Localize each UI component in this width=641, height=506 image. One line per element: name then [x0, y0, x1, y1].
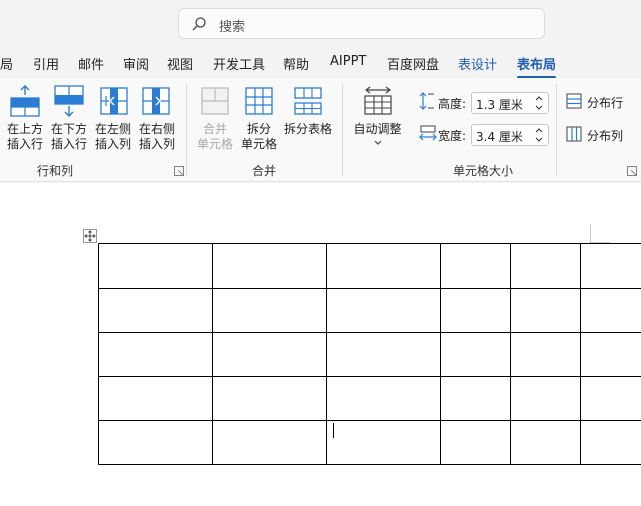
tab-mailings[interactable]: 邮件: [78, 54, 104, 73]
insert-column-left-icon: [100, 87, 128, 115]
height-label: 高度:: [438, 97, 467, 111]
split-cells-button[interactable]: 拆分 单元格: [240, 84, 278, 152]
merge-cells-icon: [201, 87, 229, 115]
insert-below-line1: 在下方: [50, 122, 87, 136]
merge-cells-line2: 单元格: [196, 137, 233, 151]
merge-cells-button[interactable]: 合并 单元格: [196, 84, 234, 152]
insert-below-button[interactable]: 在下方 插入行: [49, 84, 89, 152]
row-height-icon: [419, 92, 434, 110]
insert-right-line2: 插入列: [138, 137, 175, 151]
group-label-merge: 合并: [252, 164, 277, 178]
document-table[interactable]: [98, 243, 641, 465]
column-width-icon: [419, 125, 437, 141]
distribute-rows-label: 分布行: [587, 96, 624, 110]
distribute-rows-icon: [566, 93, 582, 109]
distribute-cols-label: 分布列: [587, 129, 624, 143]
tab-layout[interactable]: 局: [0, 54, 13, 73]
merge-cells-line1: 合并: [202, 122, 227, 136]
width-value: 3.4 厘米: [476, 130, 523, 144]
width-input[interactable]: 3.4 厘米: [471, 124, 549, 146]
search-icon: [192, 17, 206, 31]
tab-view[interactable]: 视图: [167, 54, 193, 73]
dialog-launcher-icon[interactable]: [174, 166, 184, 176]
tab-references[interactable]: 引用: [33, 54, 59, 73]
split-table-button[interactable]: 拆分表格: [283, 84, 333, 137]
split-table-icon: [294, 87, 322, 115]
group-separator: [186, 84, 187, 176]
insert-left-line1: 在左侧: [94, 122, 131, 136]
autofit-button[interactable]: 自动调整: [350, 84, 405, 150]
insert-column-right-icon: [142, 87, 170, 115]
insert-left-line2: 插入列: [94, 137, 131, 151]
group-separator: [556, 84, 557, 176]
insert-above-line1: 在上方: [6, 122, 43, 136]
autofit-icon: [363, 86, 392, 115]
width-label: 宽度:: [438, 129, 467, 143]
insert-row-below-icon: [54, 85, 84, 117]
margin-corner-mark: [590, 224, 610, 244]
chevron-down-icon: [374, 140, 381, 145]
split-cells-icon: [245, 87, 273, 115]
autofit-label: 自动调整: [353, 122, 402, 136]
insert-left-button[interactable]: 在左侧 插入列: [93, 84, 133, 152]
height-input[interactable]: 1.3 厘米: [471, 92, 549, 114]
split-table-label: 拆分表格: [283, 122, 332, 136]
insert-row-above-icon: [10, 85, 40, 117]
spinner-arrows-icon[interactable]: [534, 126, 544, 144]
insert-above-line2: 插入行: [6, 137, 43, 151]
ribbon-tabs: 局 引用 邮件 审阅 视图 开发工具 帮助 AIPPT 百度网盘 表设计 表布局: [0, 46, 641, 79]
tab-review[interactable]: 审阅: [123, 54, 149, 73]
insert-right-line1: 在右侧: [138, 122, 175, 136]
spinner-arrows-icon[interactable]: [534, 94, 544, 112]
group-label-rows-cols: 行和列: [37, 164, 74, 178]
search-box[interactable]: 搜索: [178, 8, 545, 39]
tab-table-design[interactable]: 表设计: [458, 54, 497, 73]
height-value: 1.3 厘米: [476, 98, 523, 112]
table-move-handle-icon[interactable]: [83, 229, 97, 243]
insert-right-button[interactable]: 在右侧 插入列: [137, 84, 177, 152]
insert-below-line2: 插入行: [50, 137, 87, 151]
tab-help[interactable]: 帮助: [283, 54, 309, 73]
distribute-columns-icon: [566, 126, 582, 142]
tab-developer[interactable]: 开发工具: [213, 54, 265, 73]
search-placeholder: 搜索: [219, 20, 246, 35]
insert-above-button[interactable]: 在上方 插入行: [5, 84, 45, 152]
text-caret: [333, 423, 334, 438]
split-cells-line2: 单元格: [240, 137, 277, 151]
ribbon-panel: 在上方 插入行 在下方 插入行 在左侧 插入列 在右侧 插入列 行和列 合并 单…: [0, 78, 641, 182]
group-separator: [342, 84, 343, 176]
split-cells-line1: 拆分: [246, 122, 271, 136]
title-bar: 搜索: [0, 0, 641, 46]
tab-table-layout[interactable]: 表布局: [517, 54, 557, 79]
tab-baidu-netdisk[interactable]: 百度网盘: [387, 54, 439, 73]
group-label-cell-size: 单元格大小: [453, 164, 514, 178]
dialog-launcher-icon[interactable]: [627, 166, 637, 176]
tab-aippt[interactable]: AIPPT: [330, 54, 366, 69]
